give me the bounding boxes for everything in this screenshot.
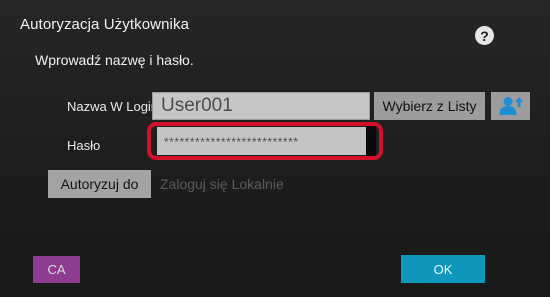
ca-button[interactable]: CA	[33, 256, 80, 283]
authorize-to-button[interactable]: Autoryzuj do	[48, 170, 151, 198]
password-highlight-frame	[147, 122, 383, 160]
login-name-label: Nazwa W Login	[67, 99, 159, 114]
select-from-list-button[interactable]: Wybierz z Listy	[374, 92, 485, 120]
help-symbol: ?	[480, 27, 489, 44]
ok-button[interactable]: OK	[401, 255, 485, 283]
help-icon[interactable]: ?	[475, 26, 494, 45]
dialog-subtitle: Wprowadź nazwę i hasło.	[35, 52, 194, 68]
user-up-arrow-icon	[499, 97, 523, 115]
authorize-target-text: Zaloguj się Lokalnie	[160, 176, 284, 192]
password-label: Hasło	[67, 138, 101, 153]
login-name-field[interactable]: User001	[152, 92, 370, 120]
auth-dialog: Autoryzacja Użytkownika ? Wprowadź nazwę…	[0, 0, 550, 297]
user-select-button[interactable]	[491, 92, 530, 120]
dialog-title: Autoryzacja Użytkownika	[20, 16, 190, 33]
